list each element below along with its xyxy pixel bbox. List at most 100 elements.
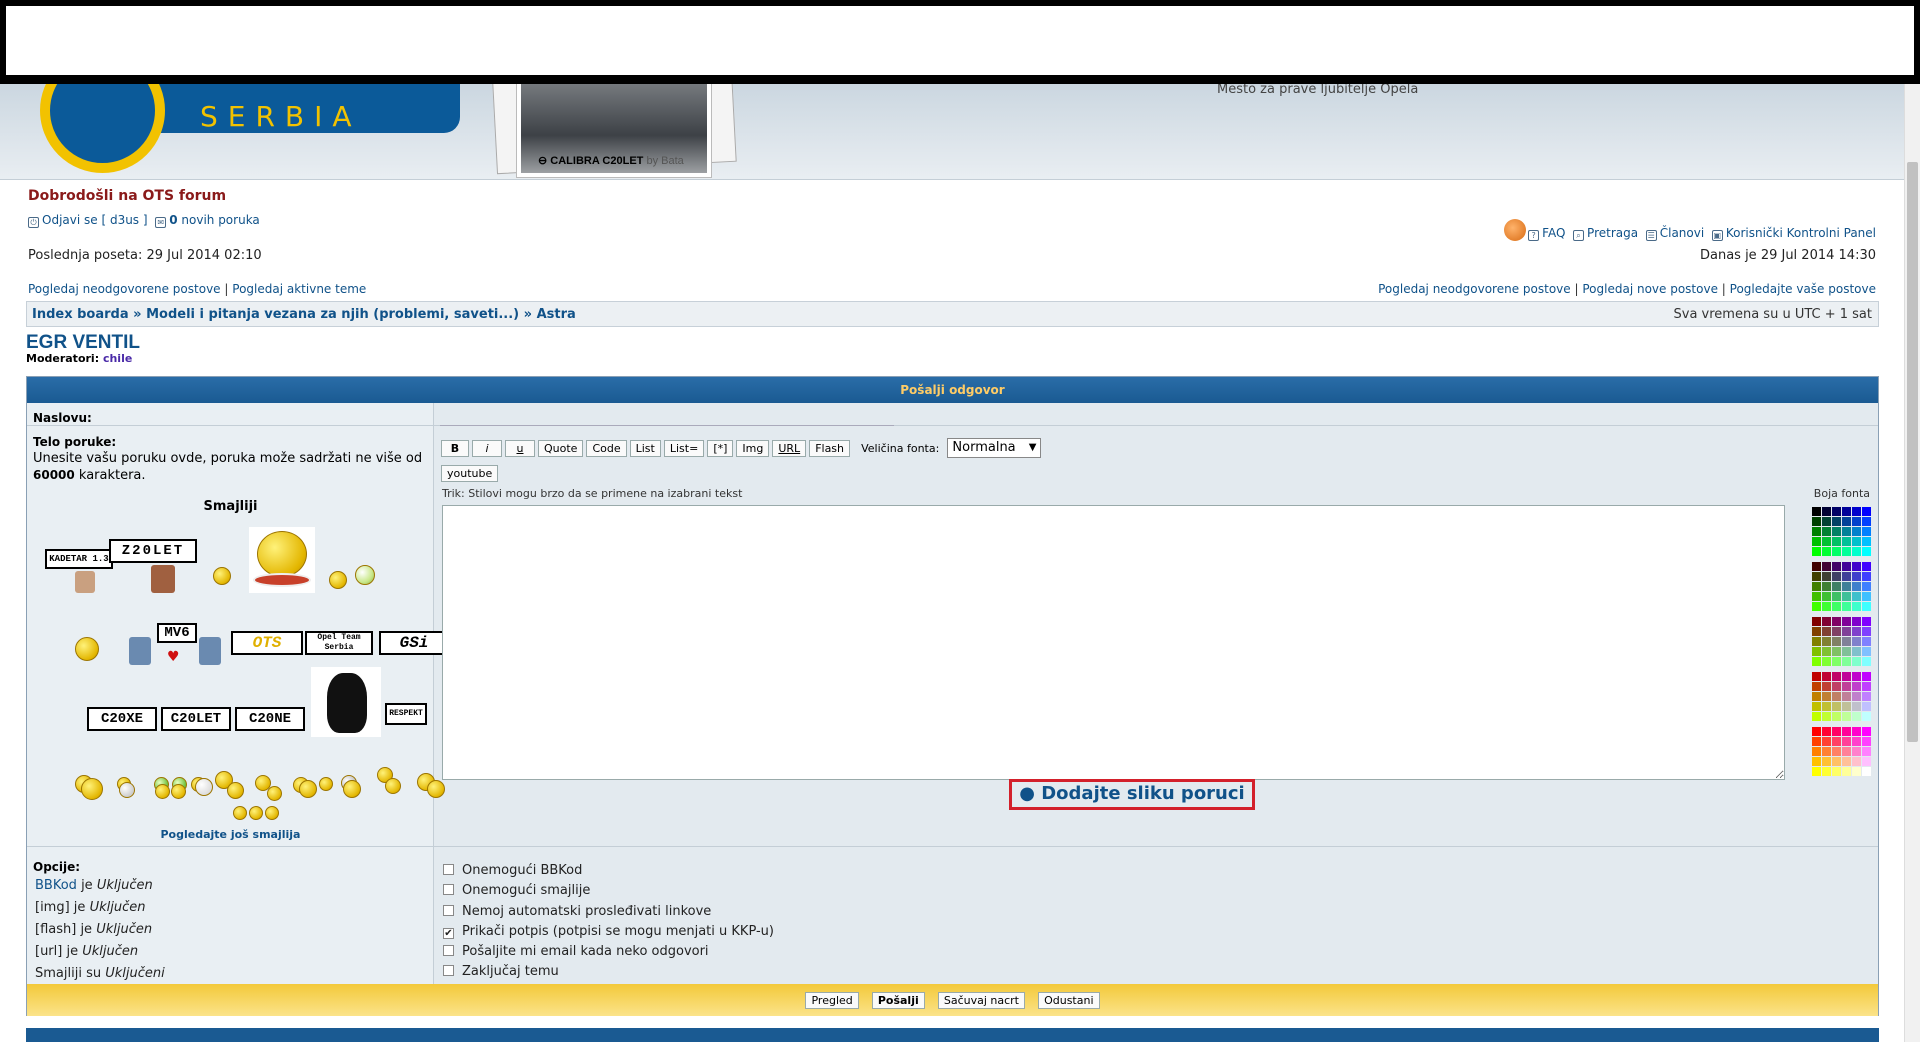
color-swatch[interactable]	[1812, 727, 1821, 736]
color-swatch[interactable]	[1862, 517, 1871, 526]
color-swatch[interactable]	[1842, 737, 1851, 746]
new-messages-count[interactable]: 0	[169, 213, 177, 227]
color-swatch[interactable]	[1842, 562, 1851, 571]
color-swatch[interactable]	[1852, 507, 1861, 516]
color-swatch[interactable]	[1822, 617, 1831, 626]
color-swatch[interactable]	[1852, 727, 1861, 736]
smiley-eating-icon[interactable]	[257, 531, 307, 577]
ninja-icon[interactable]	[327, 673, 367, 733]
bbcode-link[interactable]: BBKod	[35, 878, 77, 893]
color-swatch[interactable]	[1812, 527, 1821, 536]
unanswered-posts-link-right[interactable]: Pogledaj neodgovorene postove	[1378, 282, 1571, 296]
search-link[interactable]: Pretraga	[1587, 226, 1638, 240]
smiley-icon[interactable]	[427, 780, 445, 798]
option-row[interactable]: Onemogući BBKod	[443, 861, 774, 881]
color-swatch[interactable]	[1822, 682, 1831, 691]
color-swatch[interactable]	[1862, 602, 1871, 611]
color-swatch[interactable]	[1812, 757, 1821, 766]
color-swatch[interactable]	[1842, 582, 1851, 591]
cancel-button[interactable]: Odustani	[1038, 992, 1100, 1009]
color-swatch[interactable]	[1862, 672, 1871, 681]
color-swatch[interactable]	[1822, 547, 1831, 556]
color-swatch[interactable]	[1832, 647, 1841, 656]
color-swatch[interactable]	[1862, 727, 1871, 736]
option-checkbox[interactable]	[443, 864, 454, 875]
color-swatch[interactable]	[1842, 672, 1851, 681]
color-swatch[interactable]	[1852, 627, 1861, 636]
color-swatch[interactable]	[1812, 602, 1821, 611]
color-swatch[interactable]	[1862, 702, 1871, 711]
color-swatch[interactable]	[1852, 737, 1861, 746]
color-swatch[interactable]	[1832, 692, 1841, 701]
color-swatch[interactable]	[1852, 592, 1861, 601]
color-swatch[interactable]	[1852, 672, 1861, 681]
color-swatch[interactable]	[1852, 602, 1861, 611]
smiley-icon[interactable]	[233, 806, 247, 820]
color-swatch[interactable]	[1862, 757, 1871, 766]
scrollbar-thumb[interactable]	[1907, 162, 1918, 742]
color-swatch[interactable]	[1812, 682, 1821, 691]
smiley-opel-team[interactable]: Opel Team Serbia	[305, 631, 373, 655]
smiley-gsi[interactable]: GSi	[379, 631, 449, 655]
color-swatch[interactable]	[1842, 657, 1851, 666]
smiley-c20let[interactable]: C20LET	[161, 707, 231, 731]
color-swatch[interactable]	[1822, 757, 1831, 766]
faq-link[interactable]: FAQ	[1542, 226, 1565, 240]
color-swatch[interactable]	[1862, 592, 1871, 601]
color-swatch[interactable]	[1832, 547, 1841, 556]
smiley-icon[interactable]	[249, 806, 263, 820]
your-posts-link[interactable]: Pogledajte vaše postove	[1730, 282, 1876, 296]
color-swatch[interactable]	[1812, 582, 1821, 591]
color-swatch[interactable]	[1852, 767, 1861, 776]
smiley-icon[interactable]	[329, 571, 347, 589]
unanswered-posts-link[interactable]: Pogledaj neodgovorene postove	[28, 282, 221, 296]
color-swatch[interactable]	[1862, 637, 1871, 646]
smiley-icon[interactable]	[227, 782, 244, 799]
color-swatch[interactable]	[1842, 592, 1851, 601]
color-swatch[interactable]	[1832, 627, 1841, 636]
color-swatch[interactable]	[1822, 582, 1831, 591]
color-swatch[interactable]	[1822, 692, 1831, 701]
color-swatch[interactable]	[1842, 702, 1851, 711]
color-swatch[interactable]	[1822, 767, 1831, 776]
color-swatch[interactable]	[1852, 702, 1861, 711]
submit-button[interactable]: Pošalji	[871, 992, 925, 1009]
flash-button[interactable]: Flash	[809, 440, 851, 457]
smiley-guitar-icon[interactable]	[75, 637, 99, 661]
smiley-face-photo[interactable]	[129, 637, 151, 665]
color-swatch[interactable]	[1852, 692, 1861, 701]
color-swatch[interactable]	[1852, 582, 1861, 591]
color-swatch[interactable]	[1852, 657, 1861, 666]
preview-button[interactable]: Pregled	[805, 992, 859, 1009]
ucp-link[interactable]: Korisnički Kontrolni Panel	[1726, 226, 1876, 240]
smiley-icon[interactable]	[155, 784, 170, 799]
color-swatch[interactable]	[1812, 592, 1821, 601]
color-swatch[interactable]	[1842, 617, 1851, 626]
color-swatch[interactable]	[1862, 657, 1871, 666]
breadcrumb-index[interactable]: Index boarda	[32, 307, 129, 322]
option-row[interactable]: ✔ Prikači potpis (potpisi se mogu menjati…	[443, 922, 774, 942]
add-image-link[interactable]: ● Dodajte sliku poruci	[1009, 779, 1255, 810]
smiley-icon[interactable]	[171, 784, 186, 799]
underline-button[interactable]: u	[505, 440, 535, 457]
smiley-face-photo[interactable]	[199, 637, 221, 665]
color-swatch[interactable]	[1842, 757, 1851, 766]
color-swatch[interactable]	[1862, 737, 1871, 746]
option-checkbox[interactable]	[443, 884, 454, 896]
font-color-palette[interactable]	[1812, 507, 1872, 782]
color-swatch[interactable]	[1842, 507, 1851, 516]
color-swatch[interactable]	[1852, 682, 1861, 691]
color-swatch[interactable]	[1852, 537, 1861, 546]
smiley-kadetar[interactable]: KADETAR 1.3	[45, 549, 113, 569]
color-swatch[interactable]	[1862, 682, 1871, 691]
color-swatch[interactable]	[1852, 637, 1861, 646]
color-swatch[interactable]	[1832, 572, 1841, 581]
color-swatch[interactable]	[1822, 702, 1831, 711]
moderator-link[interactable]: chile	[103, 352, 132, 365]
option-checkbox[interactable]	[443, 904, 454, 916]
color-swatch[interactable]	[1862, 507, 1871, 516]
color-swatch[interactable]	[1832, 637, 1841, 646]
page-scrollbar[interactable]	[1904, 80, 1920, 1042]
smiley-icon[interactable]	[213, 567, 231, 585]
color-swatch[interactable]	[1832, 702, 1841, 711]
